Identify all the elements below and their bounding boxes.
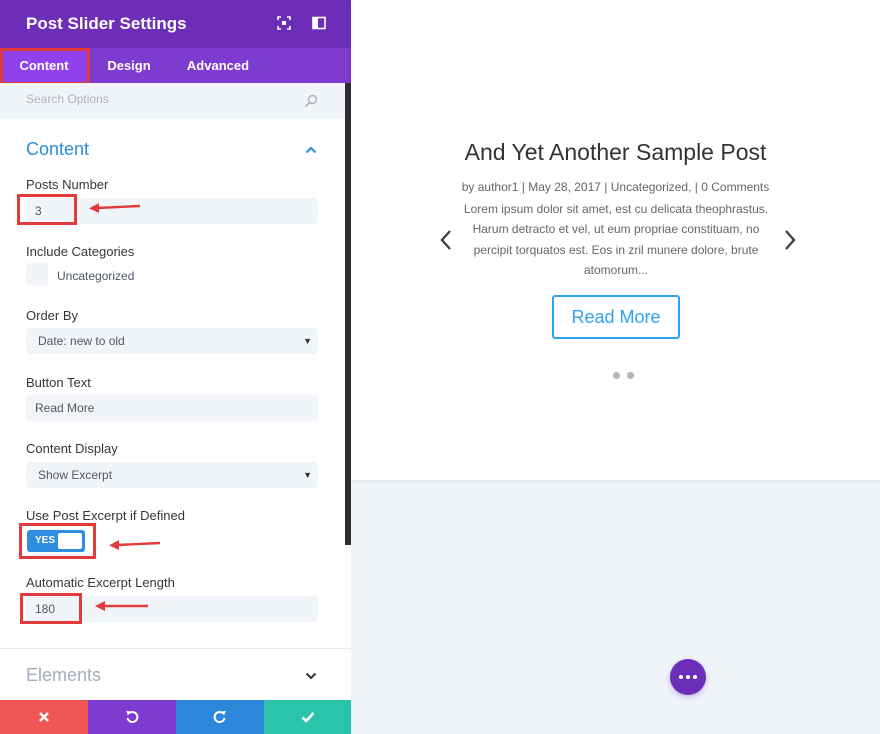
post-meta: by author1 | May 28, 2017 | Uncategorize…: [461, 180, 770, 194]
content-display-value: Show Excerpt: [38, 468, 113, 482]
excerpt-line: Harum detracto et vel, ut eum propriae c…: [472, 222, 760, 237]
search-input[interactable]: [26, 92, 296, 106]
expand-icon[interactable]: [277, 16, 291, 30]
content-tab-highlight: [0, 48, 90, 85]
panel-header: Post Slider Settings: [0, 0, 351, 48]
tab-advanced[interactable]: Advanced: [178, 48, 258, 83]
posts-number-label: Posts Number: [26, 177, 109, 192]
order-by-select[interactable]: Date: new to old ▼: [26, 328, 318, 354]
section-content-title[interactable]: Content: [26, 139, 89, 160]
category-option-label: Uncategorized: [57, 269, 135, 283]
order-by-label: Order By: [26, 308, 79, 323]
section-elements-title[interactable]: Elements: [26, 665, 101, 686]
page-preview: And Yet Another Sample Post by author1 |…: [351, 0, 880, 734]
excerpt-length-label: Automatic Excerpt Length: [26, 575, 175, 590]
panel-footer: [0, 700, 351, 734]
redo-button[interactable]: [176, 700, 264, 734]
save-button[interactable]: [264, 700, 351, 734]
button-text-input[interactable]: [26, 395, 318, 421]
search-bar: [0, 83, 351, 119]
ellipsis-icon: [686, 675, 690, 679]
toggle-highlight: [19, 523, 96, 559]
next-arrow-icon[interactable]: [783, 229, 797, 251]
include-categories-label: Include Categories: [26, 244, 135, 259]
posts-number-highlight: [17, 194, 77, 225]
search-icon[interactable]: [304, 94, 318, 108]
use-excerpt-label: Use Post Excerpt if Defined: [26, 508, 185, 523]
posts-number-arrow: [89, 203, 141, 213]
dropdown-arrow-icon: ▼: [303, 336, 312, 346]
excerpt-line: Lorem ipsum dolor sit amet, est cu delic…: [463, 202, 769, 216]
excerpt-line: atomorum...: [583, 262, 649, 277]
chevron-down-icon[interactable]: [305, 672, 317, 680]
excerpt-length-arrow: [95, 601, 148, 611]
section-divider: [0, 648, 351, 649]
button-text-label: Button Text: [26, 375, 91, 390]
tab-design[interactable]: Design: [98, 48, 160, 83]
slider-dot-2[interactable]: [627, 372, 634, 379]
more-options-button[interactable]: [670, 659, 706, 695]
check-icon: [301, 712, 314, 723]
post-title[interactable]: And Yet Another Sample Post: [351, 139, 880, 166]
undo-icon: [126, 710, 139, 724]
order-by-value: Date: new to old: [38, 334, 125, 348]
sidebar-toggle-icon[interactable]: [312, 16, 326, 30]
read-more-button[interactable]: Read More: [552, 295, 680, 339]
slider-dot-1[interactable]: [613, 372, 620, 379]
close-button[interactable]: [0, 700, 88, 734]
category-checkbox[interactable]: [26, 263, 48, 285]
dropdown-arrow-icon: ▼: [303, 470, 312, 480]
toggle-arrow: [109, 540, 161, 550]
settings-panel: Post Slider Settings Content Design Adva…: [0, 0, 351, 734]
excerpt-line: percipit torquatos est. Eos in zril mune…: [473, 242, 759, 257]
undo-button[interactable]: [88, 700, 176, 734]
close-icon: [39, 712, 49, 722]
ellipsis-icon: [679, 675, 683, 679]
prev-arrow-icon[interactable]: [439, 229, 453, 251]
content-display-label: Content Display: [26, 441, 118, 456]
content-display-select[interactable]: Show Excerpt ▼: [26, 462, 318, 488]
post-excerpt: Lorem ipsum dolor sit amet, est cu delic…: [458, 199, 774, 280]
ellipsis-icon: [693, 675, 697, 679]
panel-title: Post Slider Settings: [26, 14, 187, 33]
redo-icon: [213, 710, 226, 724]
post-slider: And Yet Another Sample Post by author1 |…: [351, 0, 880, 480]
chevron-up-icon[interactable]: [305, 146, 317, 154]
excerpt-length-highlight: [20, 593, 82, 624]
